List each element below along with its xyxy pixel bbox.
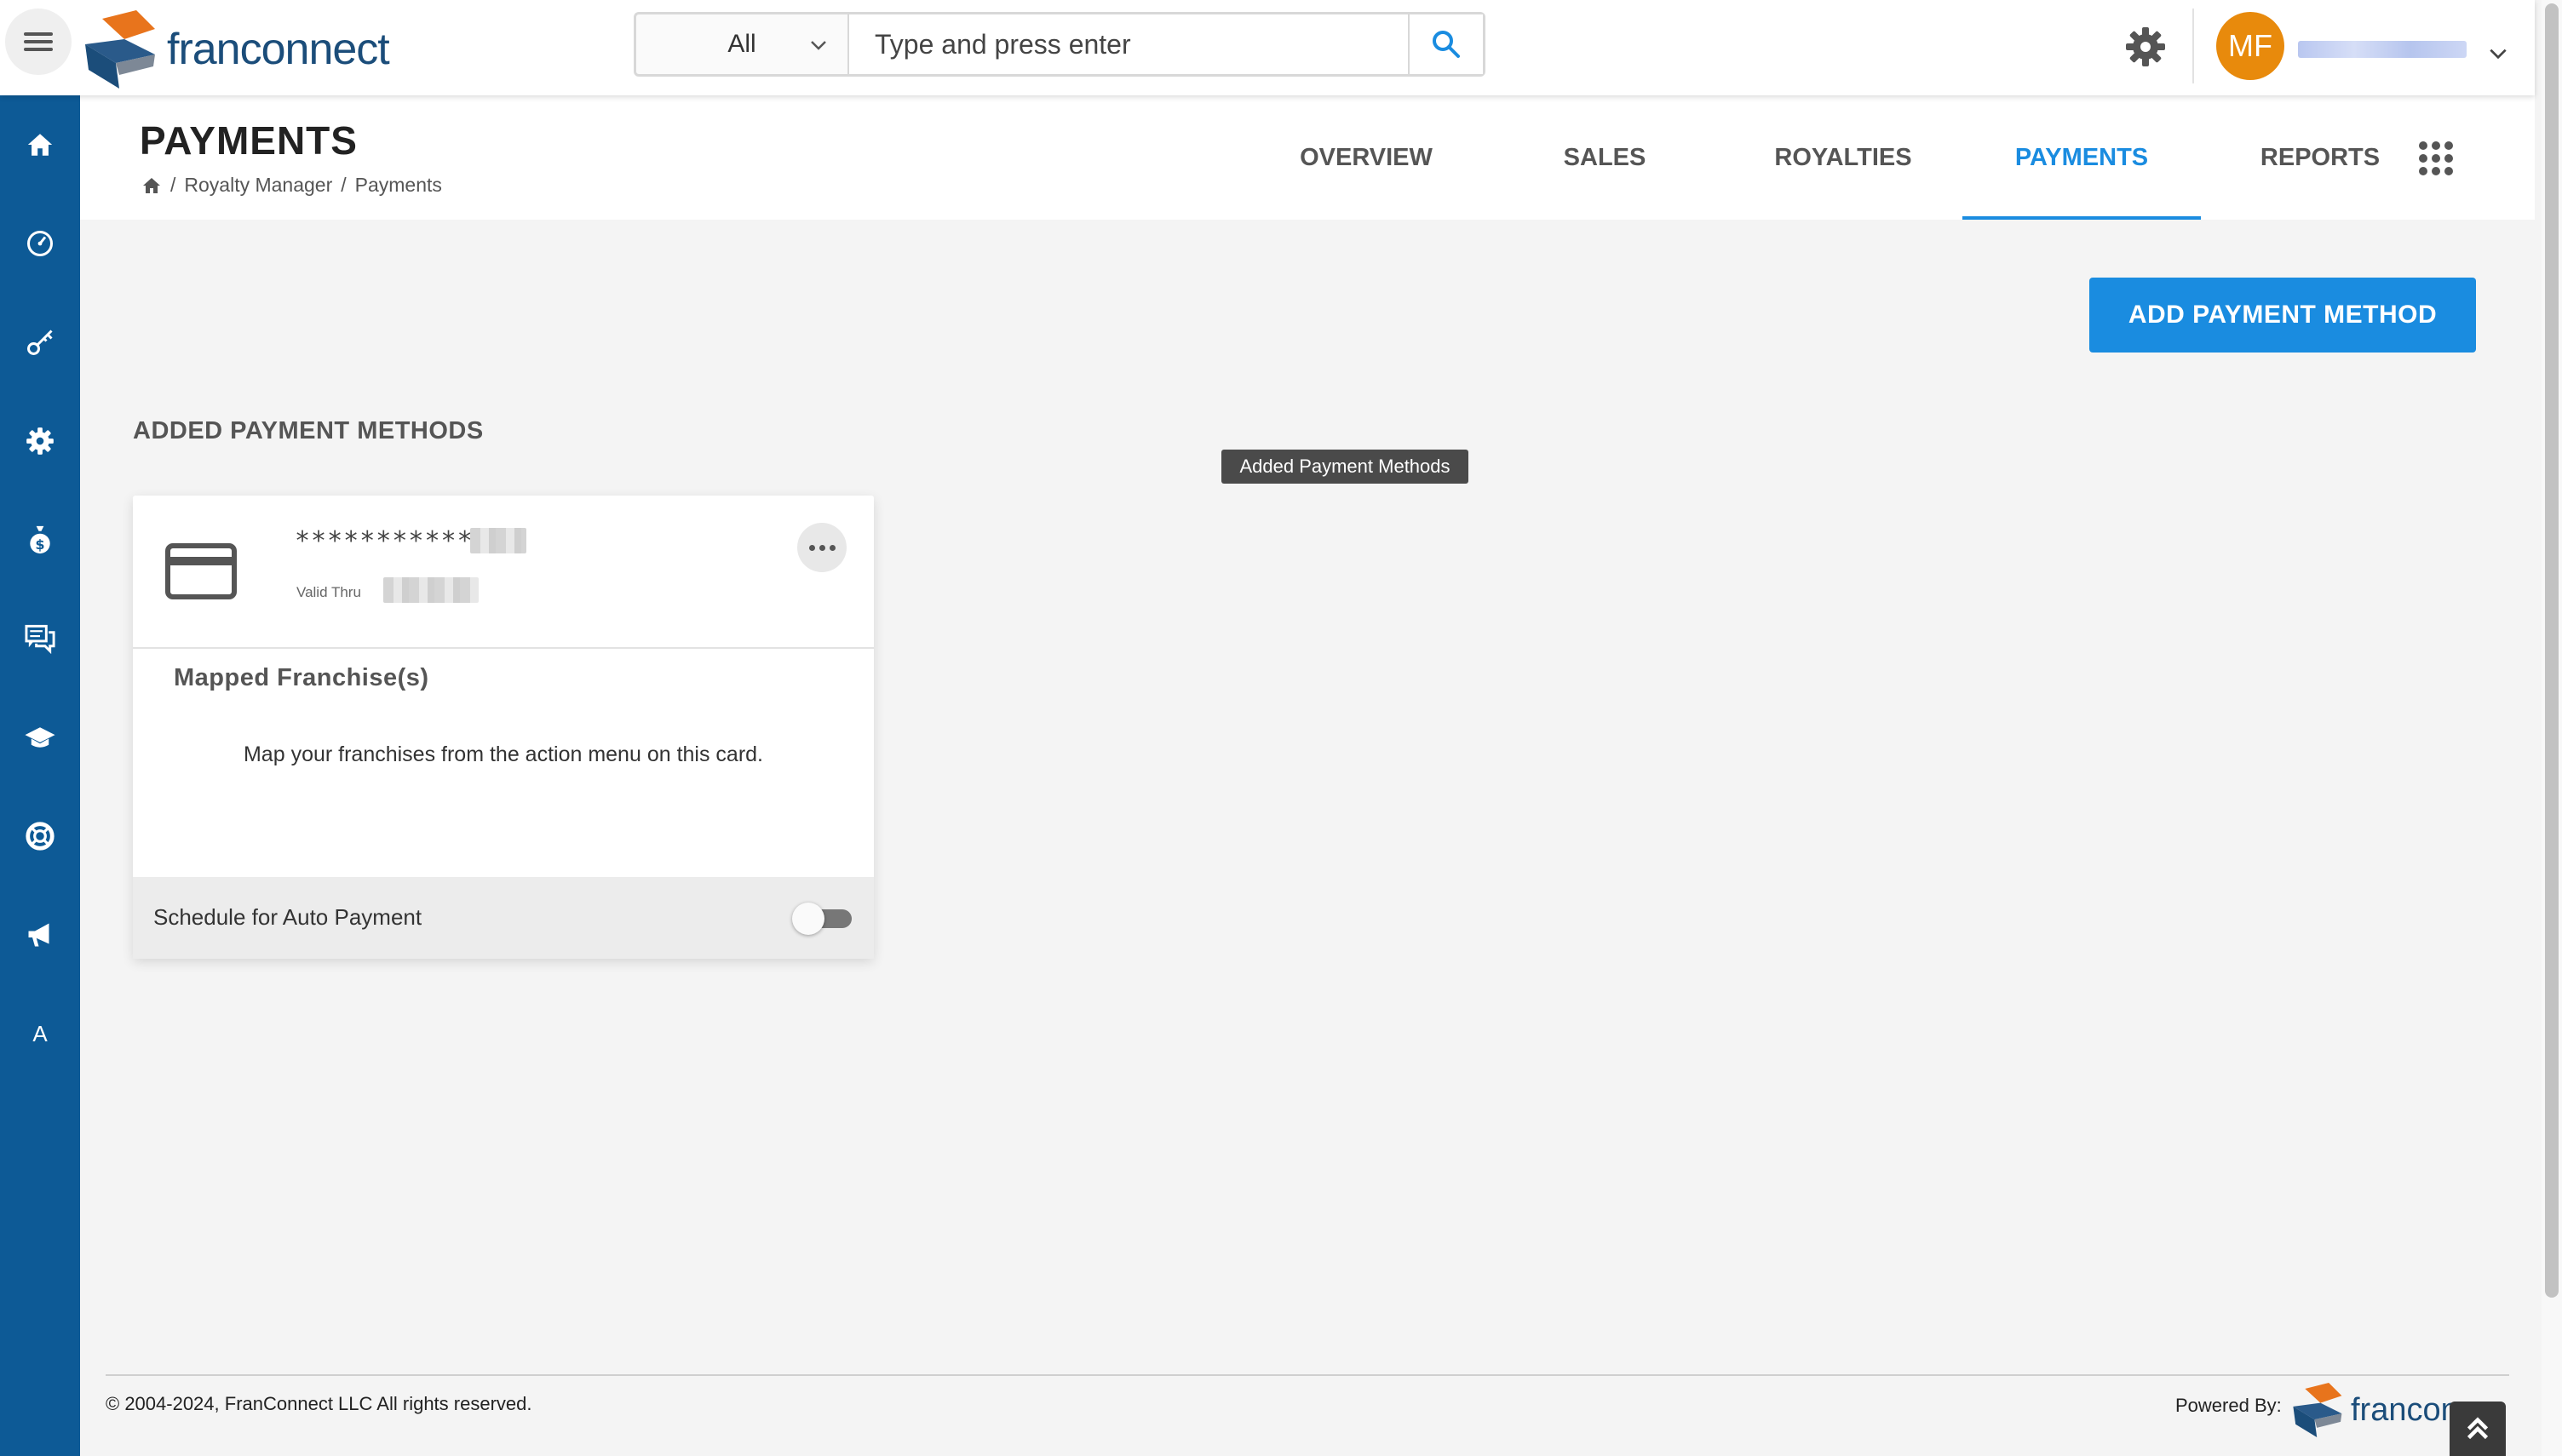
chat-icon[interactable] <box>14 613 66 664</box>
auto-payment-toggle[interactable] <box>792 903 853 935</box>
card-last-digits-redacted <box>470 528 526 553</box>
global-search: All <box>634 12 1485 77</box>
tab-sales[interactable]: SALES <box>1485 95 1724 220</box>
username-redacted[interactable] <box>2298 41 2467 58</box>
key-icon[interactable] <box>14 317 66 368</box>
search-icon <box>1433 31 1460 58</box>
footer-franconnect-logo: francon <box>2291 1383 2459 1437</box>
footer-divider <box>106 1374 2509 1376</box>
mapped-franchises-title: Mapped Franchise(s) <box>174 664 429 691</box>
graduation-cap-icon[interactable] <box>14 712 66 763</box>
tooltip: Added Payment Methods <box>1221 450 1468 484</box>
search-category-value: All <box>727 30 756 58</box>
footer-logo-text: francon <box>2351 1391 2459 1428</box>
page-scrollbar[interactable] <box>2545 3 2559 1298</box>
chevron-down-icon <box>811 41 826 50</box>
franconnect-logo-mark-icon <box>2293 1383 2342 1437</box>
sidebar: $ A <box>0 95 80 1456</box>
dashboard-icon[interactable] <box>14 218 66 269</box>
breadcrumb-separator: / <box>170 174 176 196</box>
megaphone-icon[interactable] <box>14 909 66 960</box>
franconnect-logo[interactable]: franconnect <box>85 10 390 89</box>
hamburger-menu-icon[interactable] <box>5 9 72 75</box>
logo-text: franconnect <box>167 25 390 74</box>
home-icon[interactable] <box>14 119 66 170</box>
page-title: PAYMENTS <box>140 118 358 163</box>
top-bar: franconnect All MF <box>0 0 2535 95</box>
double-chevron-up-icon <box>2467 1417 2489 1440</box>
search-button[interactable] <box>1408 14 1483 74</box>
valid-thru-label: Valid Thru <box>296 584 361 600</box>
breadcrumb-home-icon[interactable] <box>141 175 162 196</box>
powered-by-label: Powered By: <box>2175 1395 2282 1416</box>
money-bag-icon[interactable]: $ <box>14 514 66 565</box>
auto-payment-label: Schedule for Auto Payment <box>153 904 422 930</box>
card-summary: ************ Valid Thru <box>133 496 874 649</box>
gear-icon[interactable] <box>2124 26 2167 68</box>
franconnect-logo-mark-icon <box>85 10 155 89</box>
page-header: PAYMENTS / Royalty Manager / Payments OV… <box>80 95 2535 220</box>
tab-royalties[interactable]: ROYALTIES <box>1724 95 1962 220</box>
tab-reports[interactable]: REPORTS <box>2201 95 2439 220</box>
search-input[interactable] <box>849 14 1408 74</box>
svg-text:$: $ <box>35 536 44 553</box>
add-payment-method-button[interactable]: ADD PAYMENT METHOD <box>2089 278 2476 353</box>
search-category-select[interactable]: All <box>636 14 849 74</box>
section-title: ADDED PAYMENT METHODS <box>133 417 484 444</box>
credit-card-icon <box>165 543 237 599</box>
scroll-to-top-button[interactable] <box>2450 1402 2506 1456</box>
breadcrumb-royalty-manager[interactable]: Royalty Manager <box>184 174 332 197</box>
expiry-date-redacted <box>383 577 479 603</box>
breadcrumb-separator: / <box>341 174 347 196</box>
card-action-menu-button[interactable] <box>797 523 847 572</box>
masked-card-number: ************ <box>295 526 490 556</box>
apps-grid-icon[interactable] <box>2419 141 2453 175</box>
tab-overview[interactable]: OVERVIEW <box>1247 95 1485 220</box>
user-menu-chevron-down-icon[interactable] <box>2487 43 2509 65</box>
mapped-franchises-hint: Map your franchises from the action menu… <box>243 742 763 766</box>
card-footer: Schedule for Auto Payment <box>133 877 874 959</box>
tab-payments[interactable]: PAYMENTS <box>1962 95 2201 220</box>
lifebuoy-icon[interactable] <box>14 811 66 862</box>
settings-icon[interactable] <box>14 416 66 467</box>
avatar[interactable]: MF <box>2216 12 2284 80</box>
breadcrumb-payments: Payments <box>354 174 442 196</box>
topbar-divider <box>2192 9 2194 83</box>
copyright-text: © 2004-2024, FranConnect LLC All rights … <box>106 1393 532 1414</box>
letter-a-icon[interactable]: A <box>14 1008 66 1059</box>
payment-method-card: ************ Valid Thru Mapped Franchise… <box>133 496 874 959</box>
breadcrumb: / Royalty Manager / Payments <box>141 174 442 197</box>
module-tabs: OVERVIEW SALES ROYALTIES PAYMENTS REPORT… <box>1247 95 2439 220</box>
